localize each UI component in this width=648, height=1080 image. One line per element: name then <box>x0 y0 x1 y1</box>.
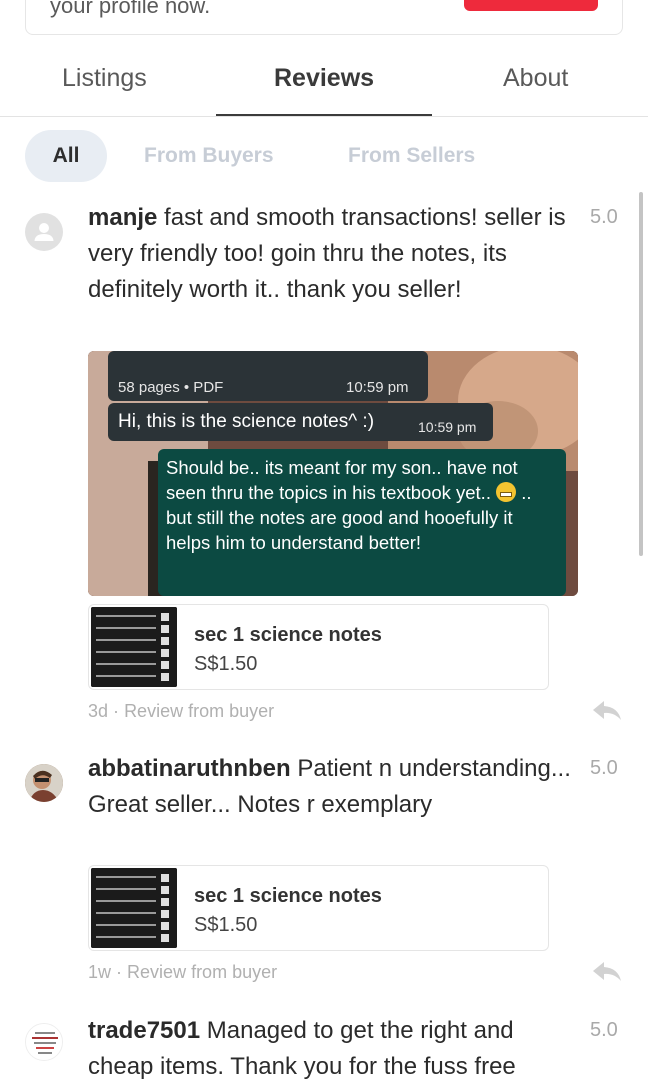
reply-icon[interactable] <box>592 699 622 723</box>
review-rating: 5.0 <box>590 757 618 779</box>
grimacing-emoji-icon <box>496 482 517 502</box>
review-rating: 5.0 <box>590 1019 618 1041</box>
product-title: sec 1 science notes <box>194 885 382 907</box>
tab-listings[interactable]: Listings <box>62 64 147 93</box>
doc-time: 10:59 pm <box>346 379 409 396</box>
reply-icon[interactable] <box>592 960 622 984</box>
review-text: manje fast and smooth transactions! sell… <box>88 200 583 308</box>
product-price: S$1.50 <box>194 653 258 675</box>
filter-from-sellers-chip[interactable]: From Sellers <box>348 130 475 182</box>
profile-tabs: Listings Reviews About <box>0 52 648 117</box>
meta-separator: · <box>113 701 120 721</box>
review-text: trade7501 Managed to get the right and c… <box>88 1013 583 1080</box>
reviewer-username[interactable]: trade7501 <box>88 1017 200 1044</box>
review-time: 3d <box>88 701 109 721</box>
scrollbar[interactable] <box>639 192 643 556</box>
product-title: sec 1 science notes <box>194 624 382 646</box>
product-price: S$1.50 <box>194 914 258 936</box>
filter-from-buyers-chip[interactable]: From Buyers <box>144 130 274 182</box>
reviewer-username[interactable]: manje <box>88 204 157 231</box>
active-tab-indicator <box>216 114 432 116</box>
chat-message-1-time: 10:59 pm <box>418 419 477 435</box>
banner-button[interactable] <box>464 0 598 11</box>
tab-reviews[interactable]: Reviews <box>274 64 374 93</box>
product-thumbnail <box>91 607 177 687</box>
reviewer-avatar[interactable] <box>25 1023 63 1061</box>
doc-meta: 58 pages • PDF <box>118 379 224 396</box>
review-rating: 5.0 <box>590 206 618 228</box>
filter-all-chip[interactable]: All <box>25 130 107 182</box>
meta-separator: · <box>116 962 123 982</box>
banner-text: your profile now. <box>50 0 211 18</box>
product-thumbnail <box>91 868 177 948</box>
review-time: 1w <box>88 962 112 982</box>
product-card[interactable]: sec 1 science notes S$1.50 <box>88 604 549 690</box>
review-source: Review from buyer <box>127 962 278 982</box>
review-meta: 1w · Review from buyer <box>88 962 277 983</box>
chat-message-1: Hi, this is the science notes^ :) <box>118 411 375 432</box>
promo-banner-card: your profile now. <box>25 0 623 35</box>
product-card[interactable]: sec 1 science notes S$1.50 <box>88 865 549 951</box>
reviewer-avatar[interactable] <box>25 764 63 802</box>
user-icon[interactable] <box>25 213 63 251</box>
review-source: Review from buyer <box>124 701 275 721</box>
review-photo[interactable]: 58 pages • PDF 10:59 pm Hi, this is the … <box>88 351 578 596</box>
chat-message-2: Should be.. its meant for my son.. have … <box>166 455 561 555</box>
review-text: abbatinaruthnben Patient n understanding… <box>88 751 583 823</box>
reviewer-username[interactable]: abbatinaruthnben <box>88 755 291 782</box>
chat-message-2-part-1: Should be.. its meant for my son.. have … <box>166 457 518 503</box>
tab-about[interactable]: About <box>503 64 568 93</box>
review-body: fast and smooth transactions! seller is … <box>88 204 566 303</box>
review-meta: 3d · Review from buyer <box>88 701 274 722</box>
